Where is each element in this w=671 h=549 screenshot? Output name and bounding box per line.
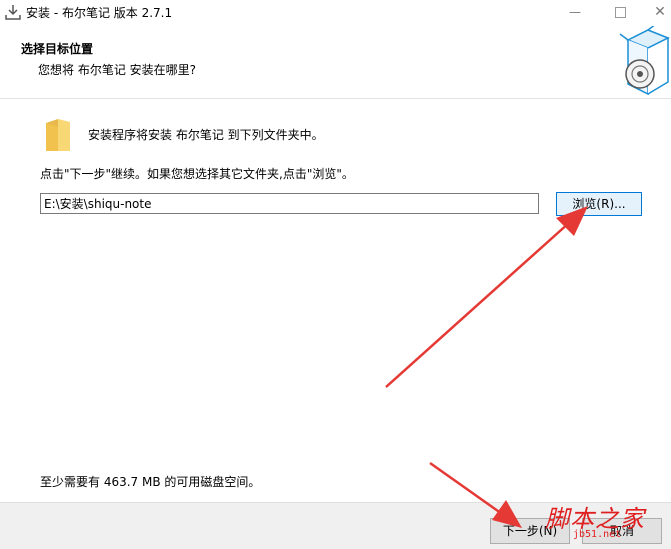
next-button[interactable]: 下一步(N) [490,518,570,544]
page-subtitle: 您想将 布尔笔记 安装在哪里? [38,63,196,77]
wizard-header: 选择目标位置 您想将 布尔笔记 安装在哪里? [0,26,671,98]
install-info-text: 安装程序将安装 布尔笔记 到下列文件夹中。 [88,128,324,142]
instruction-text: 点击"下一步"继续。如果您想选择其它文件夹,点击"浏览"。 [40,167,354,181]
browse-button[interactable]: 浏览(R)... [556,192,642,216]
page-title: 选择目标位置 [21,42,94,56]
maximize-icon [614,7,626,18]
cancel-button[interactable]: 取消 [582,518,662,544]
disk-space-text: 至少需要有 463.7 MB 的可用磁盘空间。 [40,475,261,489]
maximize-button[interactable] [600,0,640,26]
window-title: 安装 - 布尔笔记 版本 2.7.1 [26,6,173,20]
installer-icon [5,5,21,20]
header-divider [0,98,671,99]
arrow-to-browse [385,206,588,388]
minimize-button[interactable]: — [555,0,595,26]
minimize-icon: — [569,5,581,19]
folder-icon [46,119,70,151]
close-icon: ✕ [654,4,666,20]
install-box-icon [619,26,670,96]
close-button[interactable]: ✕ [640,0,671,26]
wizard-footer [0,503,671,549]
destination-path-input[interactable] [40,193,539,214]
title-bar: 安装 - 布尔笔记 版本 2.7.1 — ✕ [0,0,671,26]
